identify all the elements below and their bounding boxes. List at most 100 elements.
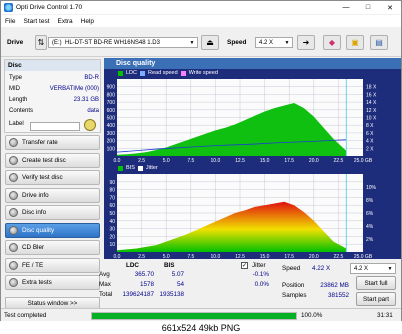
- left-panel: Disc Type BD-R MID VERBATIMe (000) Length 2…: [2, 58, 104, 334]
- menu-start-test[interactable]: Start test: [23, 18, 49, 25]
- menu-extra[interactable]: Extra: [58, 18, 73, 25]
- speed-stat-select[interactable]: 4.2 X ▼: [350, 263, 396, 274]
- nav-disc-info[interactable]: Disc info: [5, 205, 100, 220]
- chart-0-ytick-left: 300: [107, 131, 116, 137]
- nav-drive-info[interactable]: Drive info: [5, 187, 100, 203]
- chart-0-xtick: 15.0: [260, 158, 270, 164]
- chart-0-xtick: 5.0: [163, 158, 170, 164]
- minimize-button[interactable]: —: [335, 1, 357, 14]
- mid-key: MID: [9, 86, 20, 92]
- nav-fe-te[interactable]: FE / TE: [5, 257, 100, 273]
- nav-transfer-rate[interactable]: Transfer rate: [5, 135, 100, 150]
- speed-value: 4.2 X: [259, 39, 274, 46]
- eject-icon[interactable]: ⏏: [201, 35, 219, 50]
- progress-bar: [91, 312, 297, 320]
- length-value: 23.31 GB: [73, 97, 99, 103]
- chart-1-ytick-left: 10: [109, 242, 115, 248]
- position-value: 23862 MB: [320, 282, 349, 289]
- chart-0-xtick: 10.0: [211, 158, 221, 164]
- speed-stat-combo-value: 4.2 X: [354, 265, 369, 272]
- chart-1-ytick-left: 30: [109, 227, 115, 233]
- speed-select[interactable]: 4.2 X ▼: [255, 37, 293, 48]
- max-ldc: 1578: [139, 281, 154, 288]
- legend-bis-swatch: [118, 165, 123, 171]
- start-full-button[interactable]: Start full: [356, 276, 396, 290]
- nav-disc-quality[interactable]: Disc quality: [5, 222, 100, 238]
- position-label: Position: [282, 282, 305, 289]
- label-key: Label: [9, 121, 24, 127]
- disc-icon: [9, 225, 18, 235]
- disc-icon: [9, 138, 18, 147]
- disc-row-type: Type BD-R: [9, 75, 99, 81]
- disc-icon: [9, 190, 18, 200]
- mid-value: VERBATIMe (000): [49, 86, 99, 92]
- legend-read-swatch: [140, 70, 146, 76]
- legend-bottom: BIS Jitter: [118, 165, 158, 171]
- maximize-button[interactable]: □: [357, 1, 379, 14]
- jitter-checkbox[interactable]: ✓: [241, 262, 248, 269]
- chart-0-ytick-left: 900: [107, 85, 116, 91]
- erase-icon[interactable]: ◆: [323, 35, 341, 50]
- nav-cd-bler[interactable]: CD Bler: [5, 240, 100, 255]
- chart-0-xtick: 20.0: [309, 158, 319, 164]
- max-key: Max: [99, 281, 111, 288]
- disc-icon: [9, 260, 18, 270]
- stats-panel: LDC BIS ✓ Jitter Avg 365.70 5.07 -0.1% M…: [99, 259, 401, 307]
- nav-label: Extra tests: [22, 279, 52, 286]
- start-part-button[interactable]: Start part: [356, 292, 396, 306]
- chart-1-ytick-left: 20: [109, 234, 115, 240]
- menu-help[interactable]: Help: [81, 18, 94, 25]
- label-input[interactable]: [30, 122, 80, 131]
- quality-header: Disc quality: [104, 58, 401, 69]
- speed-label: Speed: [227, 39, 247, 46]
- col-ldc: LDC: [126, 262, 139, 269]
- menu-file[interactable]: File: [5, 18, 15, 25]
- legend-bis: BIS: [126, 165, 135, 171]
- legend-write-speed: Write speed: [188, 70, 218, 76]
- legend-ldc-swatch: [118, 70, 123, 76]
- chevron-down-icon: ▼: [387, 265, 393, 272]
- speed-stat-label: Speed: [282, 265, 301, 272]
- drive-refresh-icon[interactable]: ⇅: [35, 35, 47, 50]
- chart-0-ytick-right: 14 X: [366, 100, 377, 106]
- col-bis: BIS: [164, 262, 175, 269]
- speed-stat-value: 4.22 X: [312, 265, 331, 272]
- chart-1-ytick-left: 40: [109, 219, 115, 225]
- drive-label: Drive: [7, 39, 24, 46]
- nav-label: Disc quality: [22, 226, 55, 234]
- nav-label: Transfer rate: [22, 139, 58, 146]
- disc-icon: [9, 278, 18, 287]
- avg-bis: 5.07: [171, 271, 184, 278]
- app-window: Opti Drive Control 1.70 — □ ✕ File Start…: [0, 0, 402, 334]
- settings-icon[interactable]: [84, 119, 96, 131]
- disc-info-panel: Disc Type BD-R MID VERBATIMe (000) Length 2…: [4, 59, 101, 133]
- nav-verify-test-disc[interactable]: Verify test disc: [5, 170, 100, 185]
- disc-icon: [9, 243, 18, 252]
- nav-create-test-disc[interactable]: Create test disc: [5, 152, 100, 168]
- app-icon: [4, 3, 13, 12]
- chart-0-ytick-right: 6 X: [366, 131, 374, 137]
- type-key: Type: [9, 75, 23, 81]
- progress-fill: [92, 313, 296, 319]
- save-icon[interactable]: ▤: [370, 35, 388, 50]
- disc-row-length: Length 23.31 GB: [9, 97, 99, 103]
- title-bar: Opti Drive Control 1.70 — □ ✕: [1, 1, 401, 14]
- chart-1-ytick-left: 60: [109, 203, 115, 209]
- chart-0-ytick-right: 2 X: [366, 146, 374, 152]
- disc-header: Disc: [5, 60, 100, 71]
- chart-0-xtick: 25.0 GB: [354, 158, 373, 164]
- nav-label: CD Bler: [22, 244, 45, 251]
- nav-extra-tests[interactable]: Extra tests: [5, 275, 100, 290]
- chart-1-ytick-right: 4%: [366, 224, 374, 230]
- close-button[interactable]: ✕: [379, 1, 401, 14]
- copy-icon[interactable]: ▣: [346, 35, 364, 50]
- chart-0-ytick-right: 18 X: [366, 85, 377, 91]
- arrow-right-icon[interactable]: ➜: [297, 35, 315, 50]
- avg-jitter: -0.1%: [252, 271, 269, 278]
- chart-1-ytick-right: 2%: [366, 237, 374, 243]
- chart-0-ytick-left: 400: [107, 123, 116, 129]
- status-bar: Test completed 100.0% 31:31: [1, 308, 401, 322]
- chart-0-ytick-left: 600: [107, 108, 116, 114]
- drive-select[interactable]: (E:) HL-DT-ST BD-RE WH16NS48 1.D3 ▼: [48, 37, 198, 48]
- drive-toolbar: Drive ⇅ (E:) HL-DT-ST BD-RE WH16NS48 1.D…: [1, 29, 401, 57]
